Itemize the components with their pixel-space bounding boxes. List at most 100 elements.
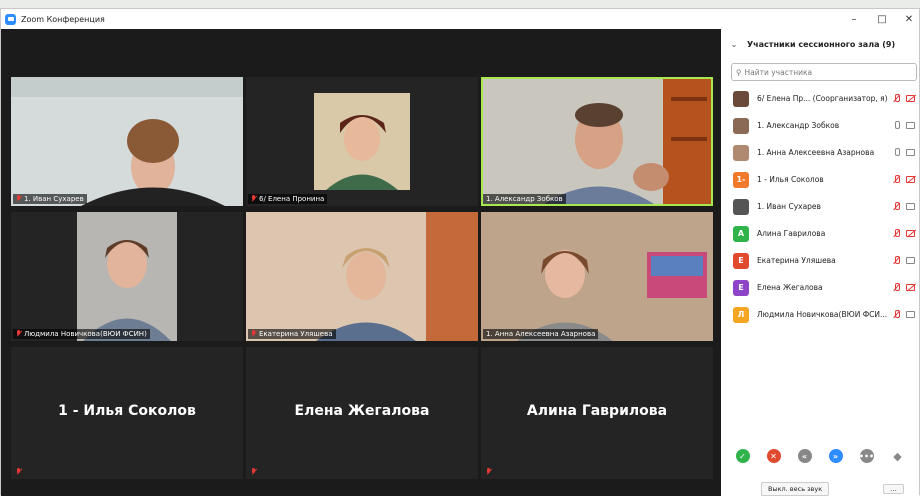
participant-video bbox=[246, 212, 478, 341]
camera-icon[interactable] bbox=[906, 257, 915, 264]
video-tile[interactable]: Людмила Новичкова(ВЮИ ФСИН) bbox=[11, 212, 243, 341]
status-icons bbox=[893, 202, 915, 211]
window-title: Zoom Конференция bbox=[21, 14, 105, 24]
status-icons bbox=[893, 94, 915, 103]
search-participant-input[interactable]: ⚲ Найти участника bbox=[731, 63, 917, 81]
clear-icon[interactable]: ◆ bbox=[891, 449, 905, 463]
status-icons bbox=[893, 283, 915, 292]
status-icons bbox=[893, 256, 915, 265]
avatar bbox=[733, 198, 749, 215]
mic-muted-icon[interactable] bbox=[893, 175, 900, 184]
participant-video bbox=[481, 77, 713, 206]
participant-name: Алина Гаврилова bbox=[757, 229, 826, 238]
camera-off-icon[interactable] bbox=[906, 176, 915, 183]
camera-off-icon[interactable] bbox=[906, 230, 915, 237]
video-tile[interactable]: Елена Жегалова bbox=[246, 347, 478, 479]
participant-name: 1 - Илья Соколов bbox=[757, 175, 824, 184]
participant-name: Екатерина Уляшева bbox=[757, 256, 836, 265]
participant-row[interactable]: А Алина Гаврилова bbox=[721, 220, 919, 247]
status-icons bbox=[893, 229, 915, 238]
mic-icon[interactable] bbox=[893, 121, 900, 130]
mic-muted-icon[interactable] bbox=[893, 256, 900, 265]
mute-all-button[interactable]: Выкл. весь звук bbox=[761, 482, 830, 496]
mic-muted-icon bbox=[251, 195, 257, 203]
participant-name-label: Екатерина Уляшева bbox=[248, 329, 336, 339]
mic-icon[interactable] bbox=[893, 148, 900, 157]
status-icons bbox=[893, 148, 915, 157]
reaction-bar: ✓ ✕ « » ••• ◆ bbox=[721, 449, 919, 463]
participant-name-large: Алина Гаврилова bbox=[526, 403, 668, 419]
participant-row[interactable]: Л Людмила Новичкова(ВЮИ ФСИ... bbox=[721, 301, 919, 328]
avatar bbox=[733, 90, 749, 107]
avatar: Е bbox=[733, 279, 749, 296]
participant-name-label: Людмила Новичкова(ВЮИ ФСИН) bbox=[13, 329, 150, 339]
mic-muted-icon bbox=[16, 468, 22, 476]
chevron-down-icon[interactable]: ⌄ bbox=[721, 40, 747, 49]
no-icon[interactable]: ✕ bbox=[766, 449, 781, 463]
zoom-logo-icon bbox=[5, 13, 16, 25]
video-tile-active-speaker[interactable]: 1. Александр Зобков bbox=[481, 77, 713, 206]
participant-video bbox=[11, 212, 243, 341]
participant-name-label bbox=[483, 467, 495, 477]
camera-icon[interactable] bbox=[906, 122, 915, 129]
participant-row[interactable]: 1. Александр Зобков bbox=[721, 112, 919, 139]
mic-muted-icon[interactable] bbox=[893, 202, 900, 211]
participant-row[interactable]: Е Елена Жегалова bbox=[721, 274, 919, 301]
participant-name-label bbox=[248, 467, 260, 477]
participant-row[interactable]: 6/ Елена Пр... (Соорганизатор, я) bbox=[721, 85, 919, 112]
video-tile[interactable]: 1 - Илья Соколов bbox=[11, 347, 243, 479]
mic-muted-icon[interactable] bbox=[893, 229, 900, 238]
video-tile[interactable]: Алина Гаврилова bbox=[481, 347, 713, 479]
participant-row[interactable]: Е Екатерина Уляшева bbox=[721, 247, 919, 274]
mic-muted-icon[interactable] bbox=[893, 94, 900, 103]
avatar: Е bbox=[733, 252, 749, 269]
participant-name-large: 1 - Илья Соколов bbox=[58, 403, 196, 419]
panel-title: Участники сессионного зала (9) bbox=[747, 39, 896, 49]
participant-name: 1. Иван Сухарев bbox=[757, 202, 821, 211]
video-tile[interactable]: Екатерина Уляшева bbox=[246, 212, 478, 341]
status-icons bbox=[893, 175, 915, 184]
more-icon[interactable]: ••• bbox=[859, 449, 874, 463]
camera-icon[interactable] bbox=[906, 203, 915, 210]
title-bar: Zoom Конференция – □ ✕ bbox=[1, 9, 919, 29]
camera-icon[interactable] bbox=[906, 149, 915, 156]
mic-muted-icon bbox=[486, 468, 492, 476]
camera-off-icon[interactable] bbox=[906, 284, 915, 291]
video-tile[interactable]: 1. Иван Сухарев bbox=[11, 77, 243, 206]
participant-name: 1. Анна Алексеевна Азарнова bbox=[757, 148, 875, 157]
yes-icon[interactable]: ✓ bbox=[735, 449, 750, 463]
avatar: Л bbox=[733, 306, 749, 323]
camera-off-icon[interactable] bbox=[906, 95, 915, 102]
participant-row[interactable]: 1- 1 - Илья Соколов bbox=[721, 166, 919, 193]
participant-row[interactable]: 1. Анна Алексеевна Азарнова bbox=[721, 139, 919, 166]
participants-list: 6/ Елена Пр... (Соорганизатор, я) 1. Алек… bbox=[721, 85, 919, 328]
participant-name-label: 6/ Елена Пронина bbox=[248, 194, 328, 204]
participant-name-large: Елена Жегалова bbox=[294, 403, 430, 419]
video-tile[interactable]: 6/ Елена Пронина bbox=[246, 77, 478, 206]
minimize-button[interactable]: – bbox=[839, 9, 869, 29]
search-placeholder: Найти участника bbox=[744, 67, 813, 77]
panel-header: ⌄ Участники сессионного зала (9) bbox=[721, 29, 919, 59]
mic-muted-icon bbox=[16, 330, 22, 338]
participant-name-label: 1. Анна Алексеевна Азарнова bbox=[483, 329, 599, 339]
maximize-button[interactable]: □ bbox=[867, 9, 897, 29]
participants-panel: ⌄ Участники сессионного зала (9) ⚲ Найти… bbox=[721, 29, 919, 496]
mic-muted-icon bbox=[251, 468, 257, 476]
participant-name-label: 1. Александр Зобков bbox=[483, 194, 566, 204]
camera-icon[interactable] bbox=[906, 311, 915, 318]
close-button[interactable]: ✕ bbox=[894, 9, 920, 29]
participant-name-label bbox=[13, 467, 25, 477]
more-button[interactable]: ... bbox=[883, 484, 904, 494]
participant-row[interactable]: 1. Иван Сухарев bbox=[721, 193, 919, 220]
faster-icon[interactable]: » bbox=[828, 449, 843, 463]
mic-muted-icon bbox=[16, 195, 22, 203]
status-icons bbox=[893, 121, 915, 130]
participant-name: 1. Александр Зобков bbox=[757, 121, 840, 130]
avatar: 1- bbox=[733, 171, 749, 188]
video-tile[interactable]: 1. Анна Алексеевна Азарнова bbox=[481, 212, 713, 341]
search-icon: ⚲ bbox=[736, 67, 742, 77]
mic-muted-icon[interactable] bbox=[893, 310, 900, 319]
participant-name-label: 1. Иван Сухарев bbox=[13, 194, 87, 204]
slower-icon[interactable]: « bbox=[797, 449, 812, 463]
mic-muted-icon[interactable] bbox=[893, 283, 900, 292]
